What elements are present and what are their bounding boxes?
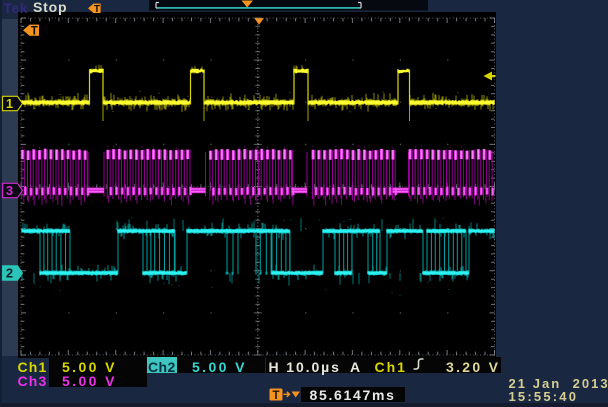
- svg-text:T: T: [94, 4, 100, 15]
- svg-text:1: 1: [6, 96, 13, 111]
- svg-text:T: T: [31, 25, 38, 37]
- svg-text:T: T: [272, 390, 279, 402]
- svg-text:2: 2: [6, 266, 13, 281]
- svg-text:3: 3: [6, 183, 13, 198]
